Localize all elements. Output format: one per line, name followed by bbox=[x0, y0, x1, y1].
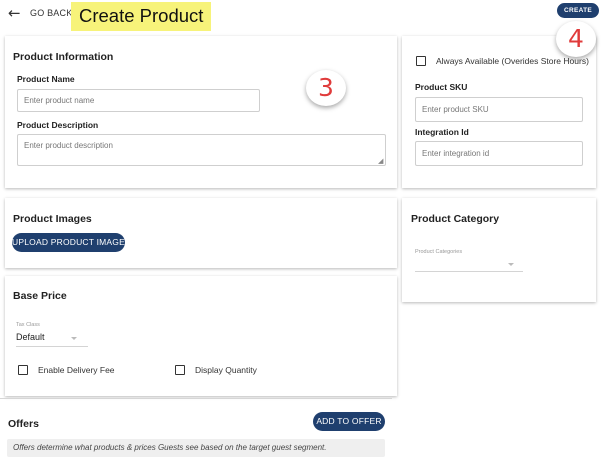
go-back-link[interactable]: GO BACK bbox=[30, 8, 72, 18]
always-available-checkbox[interactable] bbox=[416, 56, 426, 66]
product-description-label: Product Description bbox=[17, 120, 99, 130]
product-information-title: Product Information bbox=[13, 51, 114, 63]
tax-class-label: Tax Class bbox=[16, 322, 40, 328]
product-information-card: Product Information Product Name Product… bbox=[5, 36, 397, 188]
product-sku-input[interactable] bbox=[415, 97, 583, 122]
create-button[interactable]: CREATE bbox=[557, 3, 599, 18]
integration-id-label: Integration Id bbox=[415, 127, 469, 137]
tax-class-select[interactable]: Default bbox=[16, 330, 88, 347]
enable-delivery-fee-checkbox[interactable] bbox=[18, 365, 28, 375]
product-name-input[interactable] bbox=[17, 89, 260, 112]
select-underline bbox=[16, 346, 88, 347]
chevron-down-icon bbox=[508, 263, 514, 266]
product-images-title: Product Images bbox=[13, 213, 92, 225]
upload-product-image-button[interactable]: UPLOAD PRODUCT IMAGE bbox=[12, 233, 125, 252]
product-category-card: Product Category Product Categories bbox=[402, 198, 596, 302]
offers-section: Offers ADD TO OFFER Offers determine wha… bbox=[0, 403, 392, 460]
chevron-down-icon bbox=[71, 337, 77, 340]
section-divider bbox=[0, 398, 392, 399]
product-categories-select[interactable] bbox=[415, 256, 523, 272]
offers-description: Offers determine what products & prices … bbox=[7, 439, 385, 457]
product-name-label: Product Name bbox=[17, 74, 75, 84]
product-categories-select-label: Product Categories bbox=[415, 249, 463, 255]
page-title: Create Product bbox=[71, 2, 212, 31]
offers-title: Offers bbox=[8, 418, 39, 430]
resize-grip-icon[interactable]: ◢ bbox=[378, 158, 383, 165]
integration-id-input[interactable] bbox=[415, 141, 583, 166]
base-price-title: Base Price bbox=[13, 290, 67, 302]
enable-delivery-fee-label: Enable Delivery Fee bbox=[38, 365, 115, 375]
display-quantity-label: Display Quantity bbox=[195, 365, 257, 375]
availability-card: Always Available (Overides Store Hours) … bbox=[402, 36, 596, 188]
callout-badge-3: 3 bbox=[306, 70, 346, 106]
base-price-card: Base Price Tax Class Default Enable Deli… bbox=[5, 276, 397, 396]
add-to-offer-button[interactable]: ADD TO OFFER bbox=[313, 412, 385, 431]
tax-class-value: Default bbox=[16, 332, 45, 342]
always-available-label: Always Available (Overides Store Hours) bbox=[436, 56, 589, 66]
product-category-title: Product Category bbox=[411, 213, 500, 225]
select-underline bbox=[415, 271, 523, 272]
product-images-card: Product Images UPLOAD PRODUCT IMAGE bbox=[5, 198, 397, 268]
back-arrow-icon[interactable]: ← bbox=[8, 4, 21, 22]
product-sku-label: Product SKU bbox=[415, 82, 468, 92]
callout-badge-4: 4 bbox=[556, 21, 596, 57]
display-quantity-checkbox[interactable] bbox=[175, 365, 185, 375]
product-description-textarea[interactable] bbox=[17, 134, 386, 166]
